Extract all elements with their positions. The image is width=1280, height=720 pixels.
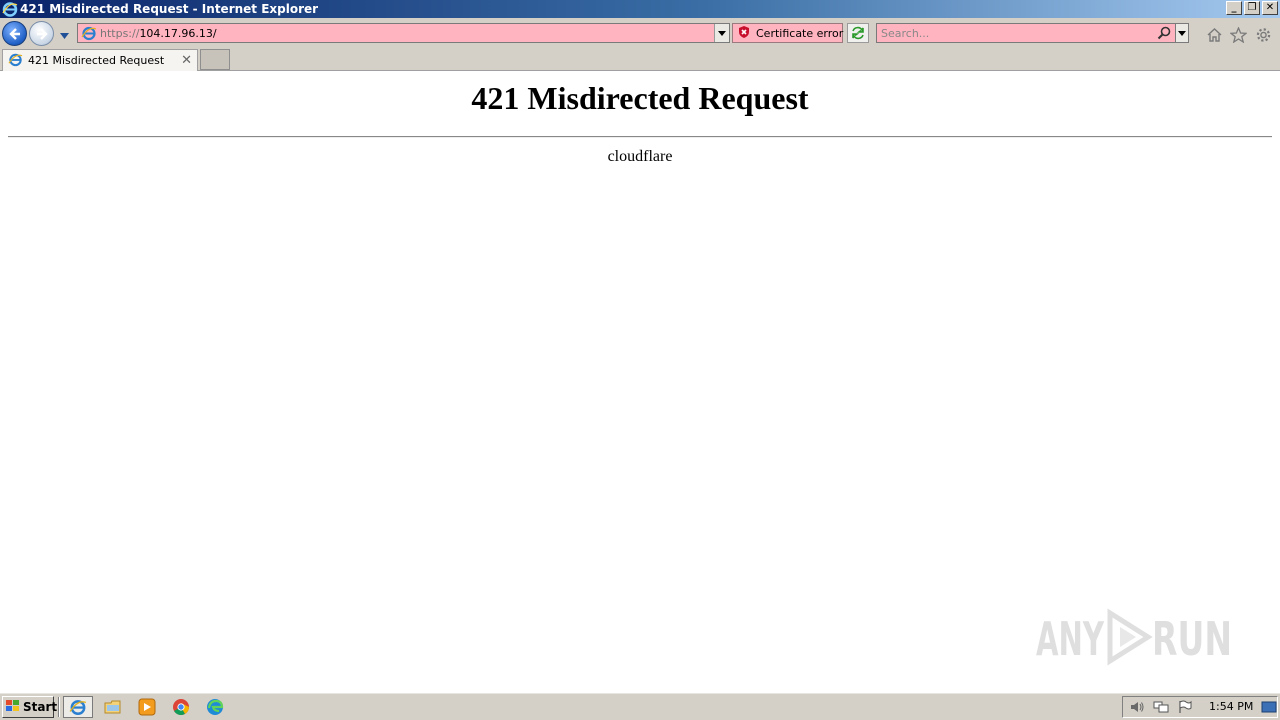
forward-button[interactable] <box>29 21 54 46</box>
address-dropdown-button[interactable] <box>714 24 729 42</box>
folder-icon <box>104 700 121 714</box>
back-button[interactable] <box>2 21 27 46</box>
taskbar-clock[interactable]: 1:54 PM <box>1209 700 1253 713</box>
search-provider-dropdown[interactable] <box>1175 23 1189 43</box>
windows-logo-icon <box>5 699 21 716</box>
certificate-error-label: Certificate error <box>756 26 844 40</box>
network-icon[interactable] <box>1153 700 1169 717</box>
ie-logo-icon <box>2 1 18 17</box>
address-bar[interactable]: https://104.17.96.13/ <box>77 23 730 43</box>
back-icon <box>9 28 20 40</box>
chrome-icon <box>173 699 189 715</box>
taskbar-edge[interactable] <box>205 697 225 717</box>
show-desktop-icon[interactable] <box>1261 700 1277 717</box>
taskbar-separator <box>58 697 60 717</box>
favorites-icon[interactable] <box>1229 26 1248 46</box>
action-center-flag-icon[interactable] <box>1177 700 1193 717</box>
chevron-down-icon <box>718 30 726 36</box>
tab-strip: 421 Misdirected Request ✕ <box>0 48 1280 71</box>
svg-text:ANY: ANY <box>1036 612 1104 666</box>
forward-icon <box>37 28 48 40</box>
horizontal-rule <box>8 136 1272 138</box>
recent-pages-icon[interactable] <box>60 29 69 42</box>
anyrun-watermark: ANY RUN <box>1036 607 1236 667</box>
refresh-icon <box>852 26 864 40</box>
window-title: 421 Misdirected Request - Internet Explo… <box>20 2 319 16</box>
internet-explorer-icon <box>69 700 87 715</box>
search-input[interactable] <box>877 24 1147 42</box>
restore-button[interactable]: ❐ <box>1244 1 1260 15</box>
navigation-bar: https://104.17.96.13/ Certificate error <box>0 18 1280 48</box>
edge-icon <box>207 699 224 715</box>
taskbar-chrome[interactable] <box>171 697 191 717</box>
address-url[interactable]: https://104.17.96.13/ <box>100 27 217 40</box>
title-bar[interactable]: 421 Misdirected Request - Internet Explo… <box>0 0 1280 18</box>
taskbar: Start 1:54 PM <box>0 692 1280 720</box>
url-host: 104.17.96.13/ <box>139 26 217 40</box>
volume-icon[interactable] <box>1129 700 1145 717</box>
page-heading: 421 Misdirected Request <box>471 80 809 116</box>
home-icon[interactable] <box>1206 27 1223 46</box>
page-content: 421 Misdirected Request cloudflare ANY R… <box>0 72 1280 692</box>
tools-icon[interactable] <box>1255 27 1272 46</box>
taskbar-media-player[interactable] <box>137 697 157 717</box>
taskbar-file-explorer[interactable] <box>103 697 123 717</box>
certificate-error-icon <box>737 25 751 42</box>
chevron-down-icon <box>1178 30 1186 36</box>
search-icon[interactable] <box>1157 26 1171 43</box>
minimize-button[interactable]: _ <box>1226 1 1242 15</box>
start-label: Start <box>23 700 58 714</box>
server-name: cloudflare <box>607 148 673 165</box>
media-player-icon <box>138 698 156 716</box>
new-tab-button[interactable] <box>200 49 230 70</box>
close-tab-icon[interactable]: ✕ <box>181 53 192 68</box>
close-button[interactable]: ✕ <box>1262 1 1278 15</box>
tab-active[interactable]: 421 Misdirected Request ✕ <box>2 49 198 71</box>
taskbar-internet-explorer[interactable] <box>63 696 93 718</box>
tab-label: 421 Misdirected Request <box>28 54 165 67</box>
svg-text:RUN: RUN <box>1152 612 1232 666</box>
refresh-button[interactable] <box>847 23 869 43</box>
ie-page-icon <box>8 52 23 70</box>
certificate-error-button[interactable]: Certificate error <box>732 23 843 43</box>
search-box[interactable] <box>876 23 1176 43</box>
ie-page-icon <box>81 25 97 41</box>
system-tray: 1:54 PM <box>1122 696 1278 718</box>
url-protocol: https:// <box>100 26 140 40</box>
start-button[interactable]: Start <box>2 696 58 718</box>
